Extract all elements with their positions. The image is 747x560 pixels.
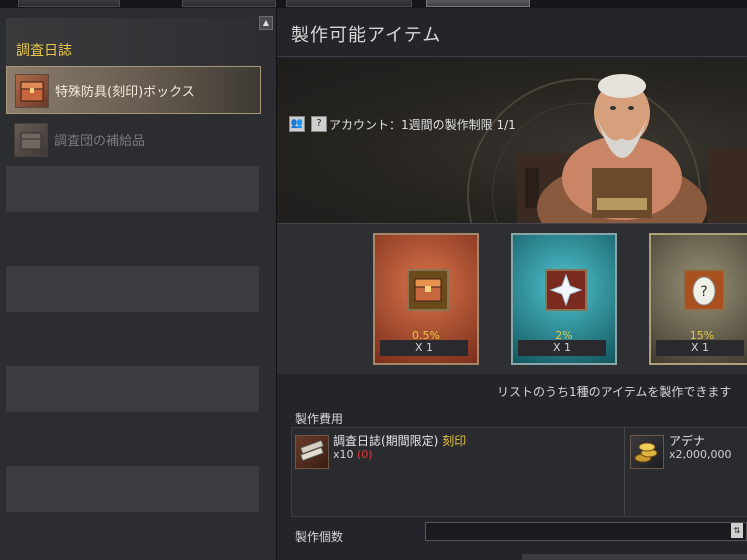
page-title: 製作可能アイテム [291, 25, 442, 46]
list-item-label: 特殊防具(刻印)ボックス [55, 85, 195, 100]
craft-limit-text: アカウント：1週間の製作制限 1/1 [329, 118, 516, 132]
top-tab-bar [0, 0, 747, 8]
divider [277, 56, 747, 57]
treasure-chest-icon [407, 269, 449, 311]
scroll-bundle-icon[interactable] [295, 435, 329, 469]
empty-slot [6, 266, 259, 312]
top-tab-2[interactable] [182, 0, 276, 7]
category-title: 調査日誌 [16, 43, 72, 59]
reward-quantity: X 1 [380, 340, 468, 356]
material-name: 調査日誌(期間限定) 刻印 [333, 432, 466, 449]
top-tab-4[interactable] [426, 0, 530, 7]
divider [624, 427, 625, 515]
reward-card-1[interactable]: 0.5% X 1 [373, 233, 479, 365]
supply-crate-icon [14, 123, 48, 157]
treasure-box-icon [15, 74, 49, 108]
reward-quantity: X 1 [518, 340, 606, 356]
reward-quantity: X 1 [656, 340, 744, 356]
reward-card-2[interactable]: 2% X 1 [511, 233, 617, 365]
material-tag: 刻印 [442, 434, 467, 448]
stepper-icon[interactable]: ⇅ [731, 523, 743, 538]
material-quantity: x10 (0) [333, 448, 373, 461]
crystal-spark-icon [545, 269, 587, 311]
action-bar [522, 554, 747, 560]
list-item-armor-box[interactable]: 特殊防具(刻印)ボックス [6, 66, 261, 114]
empty-slot [6, 466, 259, 512]
cost-section-title: 製作費用 [295, 412, 344, 426]
top-tab-3[interactable] [286, 0, 412, 7]
empty-slot [6, 366, 259, 412]
empty-slot [6, 166, 259, 212]
craft-count-label: 製作個数 [295, 530, 344, 544]
category-panel: 調査日誌 ▲ 特殊防具(刻印)ボックス 調査団の補給品 [0, 8, 277, 560]
npc-banner: 👥 ? アカウント：1週間の製作制限 1/1 [277, 58, 747, 223]
scroll-up-button[interactable]: ▲ [259, 16, 273, 30]
list-item-supplies[interactable]: 調査団の補給品 [6, 116, 259, 162]
svg-text:?: ? [700, 284, 707, 300]
mystery-egg-icon: ? [683, 269, 725, 311]
material-name-text: 調査日誌(期間限定) [333, 434, 439, 448]
material-name: アデナ [669, 434, 706, 448]
account-icon: 👥 [289, 116, 305, 132]
dwarf-npc-portrait [517, 74, 747, 223]
craft-count-input[interactable] [425, 522, 747, 541]
top-tab-1[interactable] [18, 0, 120, 7]
gold-coins-icon[interactable] [630, 435, 664, 469]
reward-card-3[interactable]: ? 15% X 1 [649, 233, 747, 365]
material-required: x10 [333, 448, 354, 461]
material-owned: (0) [357, 448, 373, 461]
help-icon[interactable]: ? [311, 116, 327, 132]
category-header[interactable]: 調査日誌 [6, 18, 256, 70]
material-quantity: x2,000,000 [669, 448, 732, 461]
craft-note: リストのうち1種のアイテムを製作できます [497, 385, 732, 399]
list-item-label: 調査団の補給品 [54, 134, 146, 149]
craft-panel: 製作可能アイテム 👥 ? アカウント：1週間の製作制限 1/1 0.5% X 1… [277, 8, 747, 560]
reward-cards: 0.5% X 1 2% X 1 ? 15% X 1 [277, 223, 747, 374]
